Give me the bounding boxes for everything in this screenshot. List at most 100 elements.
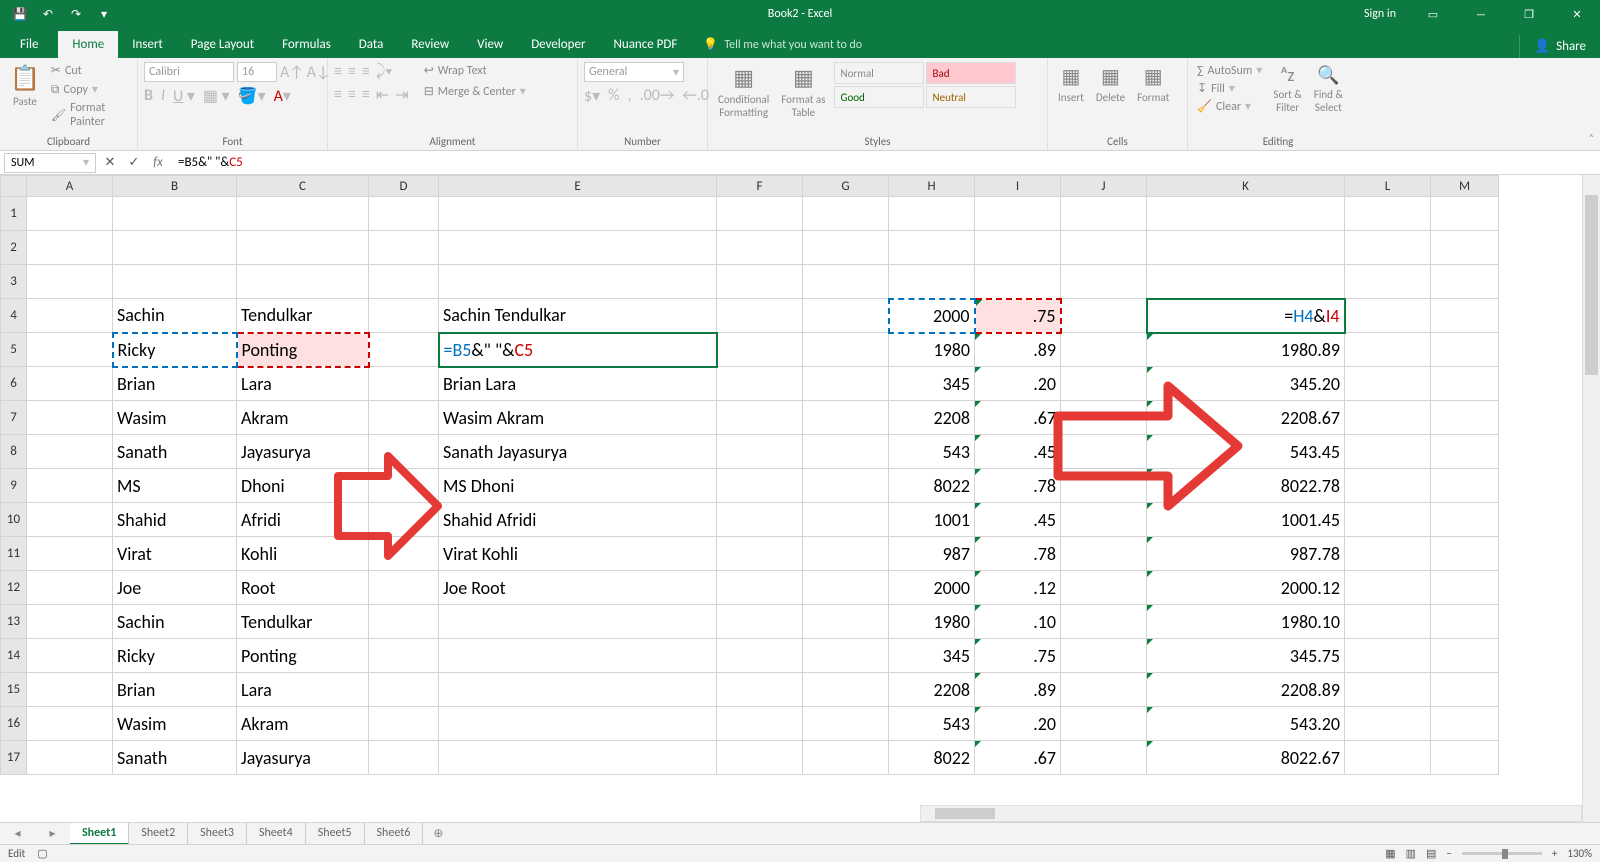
col-header-F[interactable]: F [717, 176, 803, 197]
redo-icon[interactable]: ↷ [64, 3, 88, 25]
cell-B13[interactable]: Sachin [113, 605, 237, 639]
cell-B5[interactable]: Ricky [113, 333, 237, 367]
cell-J9[interactable] [1061, 469, 1147, 503]
view-pagebreak-icon[interactable]: ▤ [1426, 847, 1436, 860]
cell-F8[interactable] [717, 435, 803, 469]
cell-E7[interactable]: Wasim Akram [439, 401, 717, 435]
cell-H16[interactable]: 543 [889, 707, 975, 741]
undo-icon[interactable]: ↶ [36, 3, 60, 25]
cell-A7[interactable] [27, 401, 113, 435]
cell-D11[interactable] [369, 537, 439, 571]
cell-H9[interactable]: 8022 [889, 469, 975, 503]
cell-J14[interactable] [1061, 639, 1147, 673]
cell-M14[interactable] [1431, 639, 1499, 673]
number-format-combo[interactable]: General▾ [584, 62, 684, 82]
sheet-tab-sheet1[interactable]: Sheet1 [70, 823, 129, 845]
cell-H4[interactable]: 2000 [889, 299, 975, 333]
col-header-J[interactable]: J [1061, 176, 1147, 197]
cell-L17[interactable] [1345, 741, 1431, 775]
cell-C12[interactable]: Root [237, 571, 369, 605]
name-box[interactable]: SUM▾ [4, 153, 96, 173]
minimize-icon[interactable]: — [1458, 0, 1504, 28]
col-header-G[interactable]: G [803, 176, 889, 197]
decrease-indent-icon[interactable]: ⇤ [376, 85, 389, 105]
cell-A13[interactable] [27, 605, 113, 639]
orientation-icon[interactable]: ⤸▾ [376, 62, 392, 81]
cell-J13[interactable] [1061, 605, 1147, 639]
cell-M15[interactable] [1431, 673, 1499, 707]
insert-cells-button[interactable]: ▦Insert [1054, 62, 1088, 106]
cell-H1[interactable] [889, 197, 975, 231]
style-good[interactable]: Good [834, 86, 924, 108]
row-header-4[interactable]: 4 [1, 299, 27, 333]
cell-F10[interactable] [717, 503, 803, 537]
cell-C16[interactable]: Akram [237, 707, 369, 741]
macro-record-icon[interactable]: ▢ [37, 847, 47, 860]
cell-F3[interactable] [717, 265, 803, 299]
cell-L14[interactable] [1345, 639, 1431, 673]
cell-A14[interactable] [27, 639, 113, 673]
row-header-17[interactable]: 17 [1, 741, 27, 775]
tab-formulas[interactable]: Formulas [268, 31, 345, 58]
cell-G3[interactable] [803, 265, 889, 299]
cell-L10[interactable] [1345, 503, 1431, 537]
cell-J4[interactable] [1061, 299, 1147, 333]
cell-L2[interactable] [1345, 231, 1431, 265]
align-left-icon[interactable]: ≡ [334, 85, 342, 105]
cell-G1[interactable] [803, 197, 889, 231]
cell-J16[interactable] [1061, 707, 1147, 741]
cell-K7[interactable]: 2208.67 [1147, 401, 1345, 435]
share-button[interactable]: 👤 Share [1519, 35, 1600, 58]
cell-G4[interactable] [803, 299, 889, 333]
cell-M8[interactable] [1431, 435, 1499, 469]
cell-K3[interactable] [1147, 265, 1345, 299]
cell-G9[interactable] [803, 469, 889, 503]
cell-J10[interactable] [1061, 503, 1147, 537]
cell-L7[interactable] [1345, 401, 1431, 435]
cell-I11[interactable]: .78 [975, 537, 1061, 571]
cell-L16[interactable] [1345, 707, 1431, 741]
cell-J12[interactable] [1061, 571, 1147, 605]
cell-L3[interactable] [1345, 265, 1431, 299]
cell-K8[interactable]: 543.45 [1147, 435, 1345, 469]
cell-J15[interactable] [1061, 673, 1147, 707]
cell-M13[interactable] [1431, 605, 1499, 639]
copy-button[interactable]: ⧉Copy▾ [48, 81, 131, 98]
cell-B1[interactable] [113, 197, 237, 231]
close-icon[interactable]: ✕ [1554, 0, 1600, 28]
cut-button[interactable]: ✂Cut [48, 62, 131, 79]
cell-M16[interactable] [1431, 707, 1499, 741]
cell-K10[interactable]: 1001.45 [1147, 503, 1345, 537]
col-header-I[interactable]: I [975, 176, 1061, 197]
sheet-tab-sheet6[interactable]: Sheet6 [365, 823, 424, 845]
cell-J3[interactable] [1061, 265, 1147, 299]
cell-F7[interactable] [717, 401, 803, 435]
cell-M10[interactable] [1431, 503, 1499, 537]
cell-F2[interactable] [717, 231, 803, 265]
cell-A3[interactable] [27, 265, 113, 299]
increase-font-icon[interactable]: A↑ [280, 63, 304, 82]
col-header-C[interactable]: C [237, 176, 369, 197]
cell-D9[interactable] [369, 469, 439, 503]
cell-G16[interactable] [803, 707, 889, 741]
cell-D16[interactable] [369, 707, 439, 741]
currency-icon[interactable]: $▾ [584, 86, 600, 106]
cell-styles-gallery[interactable]: Normal Bad Good Neutral [834, 62, 1016, 108]
cell-D6[interactable] [369, 367, 439, 401]
cell-C13[interactable]: Tendulkar [237, 605, 369, 639]
col-header-A[interactable]: A [27, 176, 113, 197]
cell-E17[interactable] [439, 741, 717, 775]
sheet-tab-sheet5[interactable]: Sheet5 [306, 823, 365, 845]
cell-L4[interactable] [1345, 299, 1431, 333]
align-middle-icon[interactable]: ≡ [348, 62, 356, 81]
cell-B15[interactable]: Brian [113, 673, 237, 707]
cell-E15[interactable] [439, 673, 717, 707]
cell-D13[interactable] [369, 605, 439, 639]
cell-F12[interactable] [717, 571, 803, 605]
row-header-9[interactable]: 9 [1, 469, 27, 503]
cell-G15[interactable] [803, 673, 889, 707]
cell-L8[interactable] [1345, 435, 1431, 469]
row-header-8[interactable]: 8 [1, 435, 27, 469]
cell-B11[interactable]: Virat [113, 537, 237, 571]
cell-D1[interactable] [369, 197, 439, 231]
